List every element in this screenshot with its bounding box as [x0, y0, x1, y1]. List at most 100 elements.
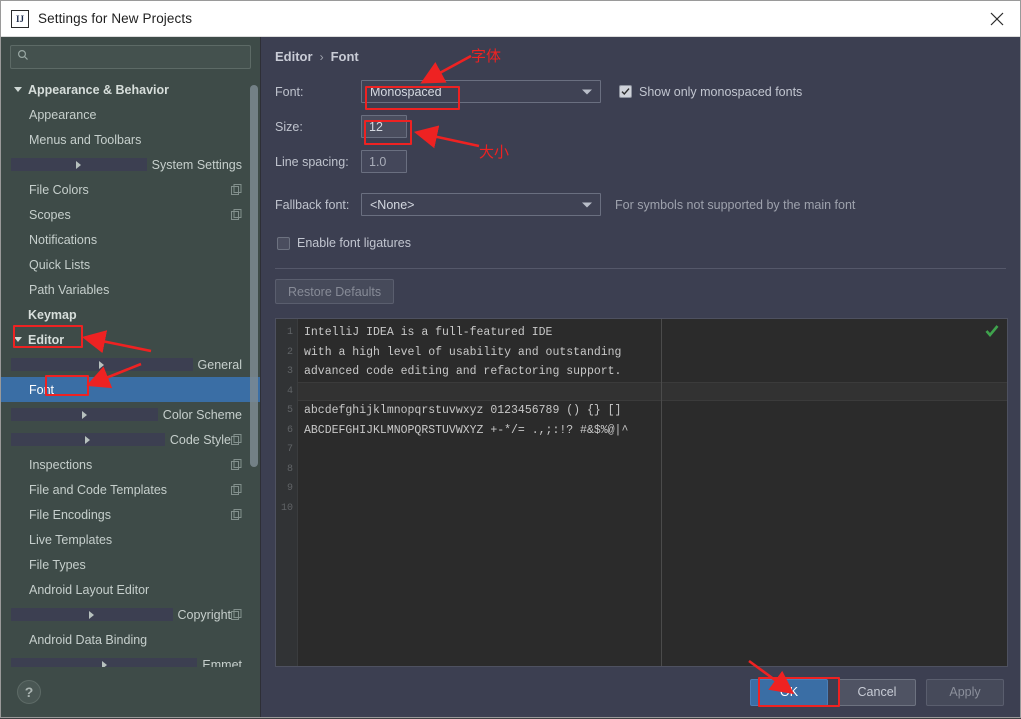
- chevron-down-icon[interactable]: [11, 83, 24, 96]
- sidebar-item-keymap[interactable]: Keymap: [1, 302, 260, 327]
- show-monospaced-checkbox[interactable]: [619, 85, 632, 98]
- restore-defaults-button[interactable]: Restore Defaults: [275, 279, 395, 304]
- sidebar-item-path-variables[interactable]: Path Variables: [1, 277, 260, 302]
- preview-line-number: 8: [286, 463, 293, 475]
- close-icon[interactable]: [974, 1, 1020, 36]
- chevron-right-icon[interactable]: [11, 433, 165, 446]
- sidebar-item-quick-lists[interactable]: Quick Lists: [1, 252, 260, 277]
- sidebar-item-appearance-behavior[interactable]: Appearance & Behavior: [1, 77, 260, 102]
- window-title: Settings for New Projects: [38, 11, 193, 26]
- intellij-idea-icon: [11, 9, 29, 28]
- help-button[interactable]: ?: [17, 680, 41, 704]
- font-settings-form: Font: Monospaced Show only monospaced fo…: [261, 74, 1020, 250]
- sidebar-item-inspections[interactable]: Inspections: [1, 452, 260, 477]
- ok-button[interactable]: OK: [750, 678, 828, 706]
- fallback-font-select[interactable]: <None>: [361, 193, 601, 216]
- settings-tree[interactable]: Appearance & Behavior Appearance Menus and…: [1, 75, 260, 667]
- sidebar-item-file-encodings[interactable]: File Encodings: [1, 502, 260, 527]
- sidebar-item-android-layout-editor[interactable]: Android Layout Editor: [1, 577, 260, 602]
- preview-code-line: [298, 460, 1007, 480]
- font-preview-editor[interactable]: 1 2 3 4 5 6 7 8 9 10 IntelliJ IDEA is a full-feat…: [275, 318, 1008, 667]
- preview-code-line: with a high level of usability and outst…: [304, 345, 622, 359]
- chevron-right-icon[interactable]: [11, 658, 198, 667]
- breadcrumb-root[interactable]: Editor: [275, 49, 313, 64]
- apply-button[interactable]: Apply: [926, 678, 1004, 706]
- copy-settings-icon: [231, 184, 242, 195]
- settings-sidebar: Appearance & Behavior Appearance Menus and…: [1, 37, 261, 717]
- chevron-down-icon: [582, 89, 592, 94]
- sidebar-item-label: Code Style: [169, 432, 231, 447]
- sidebar-item-emmet[interactable]: Emmet: [1, 652, 260, 667]
- sidebar-scrollbar-thumb[interactable]: [250, 85, 258, 467]
- sidebar-item-live-templates[interactable]: Live Templates: [1, 527, 260, 552]
- show-monospaced-label: Show only monospaced fonts: [639, 84, 803, 99]
- breadcrumb-leaf: Font: [330, 49, 359, 64]
- sidebar-item-android-data-binding[interactable]: Android Data Binding: [1, 627, 260, 652]
- sidebar-item-general[interactable]: General: [1, 352, 260, 377]
- sidebar-item-label: File and Code Templates: [29, 482, 168, 497]
- sidebar-item-code-style[interactable]: Code Style: [1, 427, 260, 452]
- form-divider: [275, 268, 1006, 269]
- preview-code-line: ABCDEFGHIJKLMNOPQRSTUVWXYZ +-*/= .,;:!? …: [304, 423, 629, 437]
- sidebar-item-appearance[interactable]: Appearance: [1, 102, 260, 127]
- sidebar-item-file-colors[interactable]: File Colors: [1, 177, 260, 202]
- font-row: Font: Monospaced Show only monospaced fo…: [275, 80, 1006, 103]
- preview-code-area[interactable]: IntelliJ IDEA is a full-featured IDE with…: [298, 319, 1007, 666]
- sidebar-item-system-settings[interactable]: System Settings: [1, 152, 260, 177]
- sidebar-footer: ?: [1, 667, 260, 717]
- fallback-font-label: Fallback font:: [275, 197, 350, 212]
- sidebar-item-editor[interactable]: Editor: [1, 327, 260, 352]
- preview-line-number: 4: [286, 385, 293, 397]
- sidebar-item-file-types[interactable]: File Types: [1, 552, 260, 577]
- sidebar-item-file-and-code-templates[interactable]: File and Code Templates: [1, 477, 260, 502]
- settings-detail-panel: Editor › Font Font: Monospaced Show only…: [261, 37, 1020, 717]
- sidebar-item-scopes[interactable]: Scopes: [1, 202, 260, 227]
- sidebar-item-menus-and-toolbars[interactable]: Menus and Toolbars: [1, 127, 260, 152]
- preview-line-number: 5: [286, 405, 293, 416]
- search-box[interactable]: [10, 45, 251, 69]
- chevron-down-icon: [582, 202, 592, 207]
- sidebar-item-label: Font: [29, 382, 55, 397]
- chevron-right-icon[interactable]: [11, 158, 147, 171]
- cancel-button[interactable]: Cancel: [838, 678, 916, 706]
- sidebar-item-notifications[interactable]: Notifications: [1, 227, 260, 252]
- preview-code-line: abcdefghijklmnopqrstuvwxyz 0123456789 ()…: [304, 404, 622, 417]
- font-family-select[interactable]: Monospaced: [361, 80, 601, 103]
- dialog-button-bar: OK Cancel Apply: [261, 667, 1020, 717]
- line-spacing-input[interactable]: 1.0: [361, 150, 407, 173]
- font-size-input[interactable]: 12: [361, 115, 407, 138]
- fallback-font-hint: For symbols not supported by the main fo…: [615, 197, 856, 212]
- sidebar-item-copyright[interactable]: Copyright: [1, 602, 260, 627]
- sidebar-item-font[interactable]: Font: [1, 377, 260, 402]
- preview-line-number: 7: [286, 444, 293, 455]
- fallback-font-value: <None>: [370, 197, 415, 212]
- breadcrumb: Editor › Font: [261, 37, 1020, 74]
- chevron-right-icon[interactable]: [11, 608, 173, 621]
- breadcrumb-separator: ›: [319, 49, 324, 64]
- show-monospaced-row[interactable]: Show only monospaced fonts: [619, 85, 802, 99]
- chevron-down-icon[interactable]: [11, 333, 24, 346]
- sidebar-item-label: General: [197, 357, 242, 372]
- copy-settings-icon: [231, 509, 242, 520]
- chevron-right-icon[interactable]: [11, 358, 193, 371]
- sidebar-item-label: Inspections: [29, 457, 93, 472]
- font-label: Font:: [275, 84, 304, 99]
- copy-settings-icon: [231, 459, 242, 470]
- search-icon: [17, 48, 29, 66]
- sidebar-item-label: Scopes: [29, 207, 71, 222]
- sidebar-item-color-scheme[interactable]: Color Scheme: [1, 402, 260, 427]
- chevron-right-icon[interactable]: [11, 408, 158, 421]
- ligatures-row[interactable]: Enable font ligatures: [275, 236, 1006, 250]
- title-bar: Settings for New Projects: [1, 1, 1020, 37]
- ligatures-checkbox[interactable]: [277, 236, 290, 250]
- fallback-font-row: Fallback font: <None> For symbols not su…: [275, 193, 1006, 216]
- copy-settings-icon: [231, 484, 242, 495]
- search-input[interactable]: [29, 49, 244, 65]
- size-row: Size: 12: [275, 115, 1006, 138]
